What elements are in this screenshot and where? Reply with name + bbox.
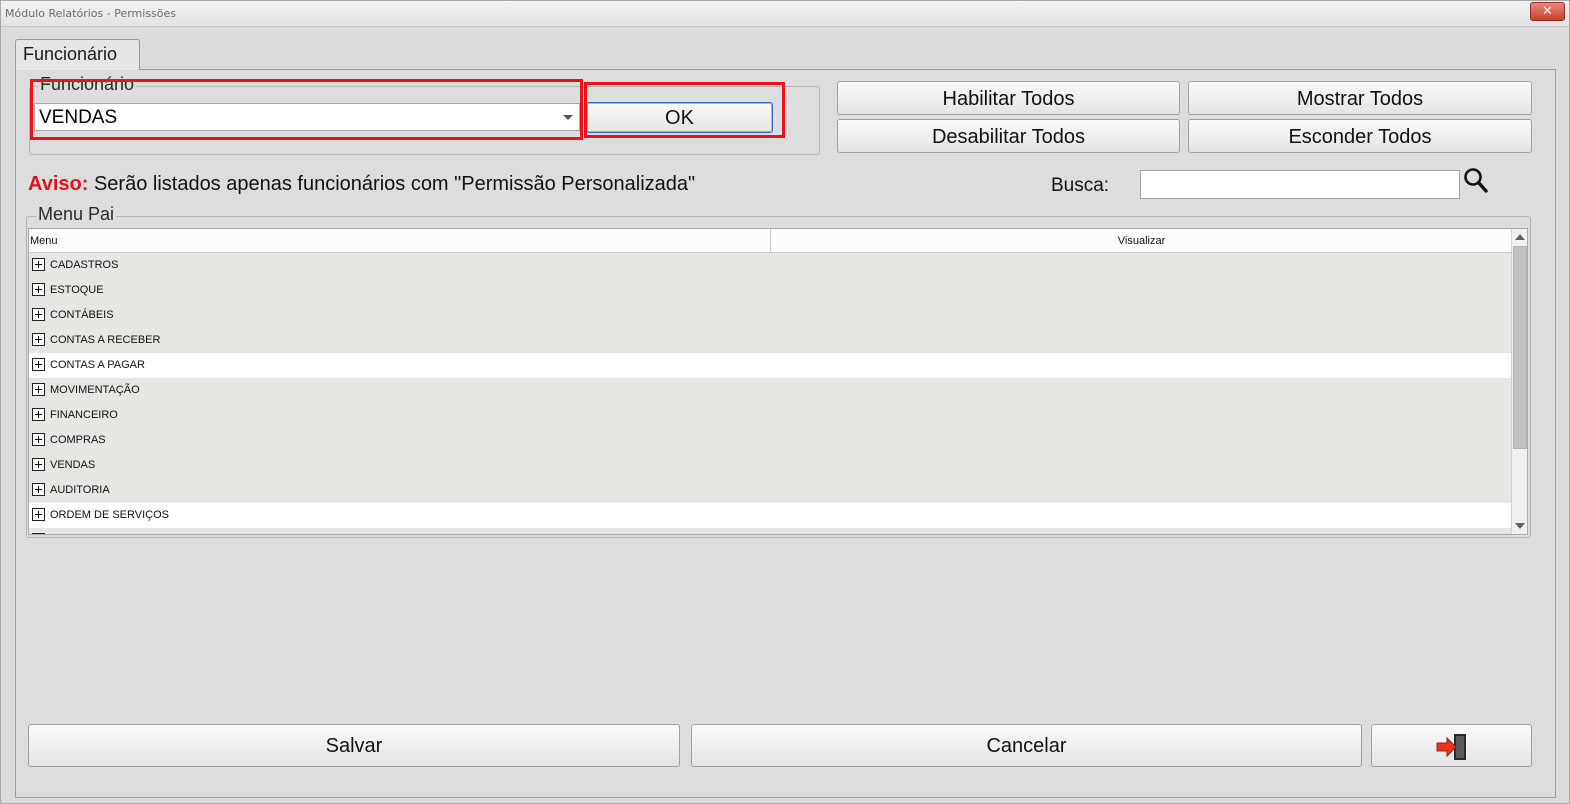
row-label: CADASTROS	[50, 259, 119, 271]
ok-button[interactable]: OK	[586, 102, 773, 133]
expand-plus-icon[interactable]	[32, 483, 45, 496]
vertical-scrollbar[interactable]	[1511, 229, 1527, 534]
table-row[interactable]: CONTÁBEIS	[29, 303, 1512, 328]
expand-plus-icon[interactable]	[32, 433, 45, 446]
column-header-menu[interactable]: Menu	[29, 229, 771, 253]
grid-header: Menu Visualizar	[29, 229, 1512, 253]
table-row[interactable]	[29, 528, 1512, 534]
menu-grid: Menu Visualizar CADASTROS ESTOQUE CONTÁB…	[28, 228, 1528, 535]
habilitar-todos-button[interactable]: Habilitar Todos	[837, 81, 1180, 115]
funcionario-select-value: VENDAS	[39, 107, 118, 128]
funcionario-group-title: Funcionário	[38, 74, 137, 95]
aviso-text: Serão listados apenas funcionários com "…	[88, 173, 696, 195]
row-label: AUDITORIA	[50, 484, 110, 496]
row-label: ESTOQUE	[50, 284, 104, 296]
table-row[interactable]: ESTOQUE	[29, 278, 1512, 303]
funcionario-select[interactable]: VENDAS	[34, 103, 580, 131]
expand-plus-icon[interactable]	[32, 333, 45, 346]
exit-door-icon	[1436, 734, 1466, 760]
row-label: ORDEM DE SERVIÇOS	[50, 509, 169, 521]
grid-rows: CADASTROS ESTOQUE CONTÁBEIS CONTAS A REC…	[29, 253, 1512, 534]
table-row[interactable]: MOVIMENTAÇÃO	[29, 378, 1512, 403]
table-row[interactable]: CADASTROS	[29, 253, 1512, 278]
menu-pai-group-title: Menu Pai	[36, 204, 117, 225]
table-row[interactable]: CONTAS A PAGAR	[29, 353, 1512, 378]
chevron-down-icon[interactable]	[563, 115, 573, 120]
table-row[interactable]: FINANCEIRO	[29, 403, 1512, 428]
row-label: VENDAS	[50, 459, 96, 471]
search-input[interactable]	[1140, 170, 1460, 199]
exit-button[interactable]	[1371, 724, 1532, 767]
scroll-up-arrow-icon[interactable]	[1512, 229, 1527, 245]
expand-plus-icon[interactable]	[32, 308, 45, 321]
expand-plus-icon[interactable]	[32, 358, 45, 371]
mostrar-todos-button[interactable]: Mostrar Todos	[1188, 81, 1532, 115]
aviso-message: Aviso: Serão listados apenas funcionário…	[28, 173, 695, 196]
scroll-down-arrow-icon[interactable]	[1512, 518, 1527, 534]
table-row[interactable]: AUDITORIA	[29, 478, 1512, 503]
busca-label: Busca:	[1051, 175, 1110, 196]
expand-plus-icon[interactable]	[32, 383, 45, 396]
expand-plus-icon[interactable]	[32, 458, 45, 471]
column-header-visualizar[interactable]: Visualizar	[771, 229, 1512, 253]
expand-plus-icon[interactable]	[32, 283, 45, 296]
tab-funcionario[interactable]: Funcionário	[15, 39, 140, 70]
cancelar-button[interactable]: Cancelar	[691, 724, 1362, 767]
search-icon[interactable]	[1463, 167, 1489, 195]
window-title: Módulo Relatórios - Permissões	[5, 7, 177, 20]
row-label: FINANCEIRO	[50, 409, 118, 421]
expand-plus-icon[interactable]	[32, 408, 45, 421]
tab-label: Funcionário	[23, 44, 118, 64]
title-bar: Módulo Relatórios - Permissões ✕	[1, 1, 1569, 27]
desabilitar-todos-button[interactable]: Desabilitar Todos	[837, 119, 1180, 153]
table-row[interactable]: COMPRAS	[29, 428, 1512, 453]
table-row[interactable]: VENDAS	[29, 453, 1512, 478]
app-window: Módulo Relatórios - Permissões ✕ Funcion…	[0, 0, 1570, 804]
table-row[interactable]: CONTAS A RECEBER	[29, 328, 1512, 353]
scroll-thumb[interactable]	[1513, 246, 1527, 449]
row-label: CONTAS A RECEBER	[50, 334, 161, 346]
table-row[interactable]: ORDEM DE SERVIÇOS	[29, 503, 1512, 528]
row-label: CONTÁBEIS	[50, 309, 114, 321]
aviso-label: Aviso:	[28, 173, 89, 195]
row-label: MOVIMENTAÇÃO	[50, 384, 140, 396]
expand-plus-icon[interactable]	[32, 508, 45, 521]
close-button[interactable]: ✕	[1530, 2, 1565, 21]
row-label: COMPRAS	[50, 434, 106, 446]
row-label: CONTAS A PAGAR	[50, 359, 145, 371]
salvar-button[interactable]: Salvar	[28, 724, 680, 767]
expand-plus-icon[interactable]	[32, 258, 45, 271]
expand-plus-icon[interactable]	[32, 533, 45, 534]
esconder-todos-button[interactable]: Esconder Todos	[1188, 119, 1532, 153]
